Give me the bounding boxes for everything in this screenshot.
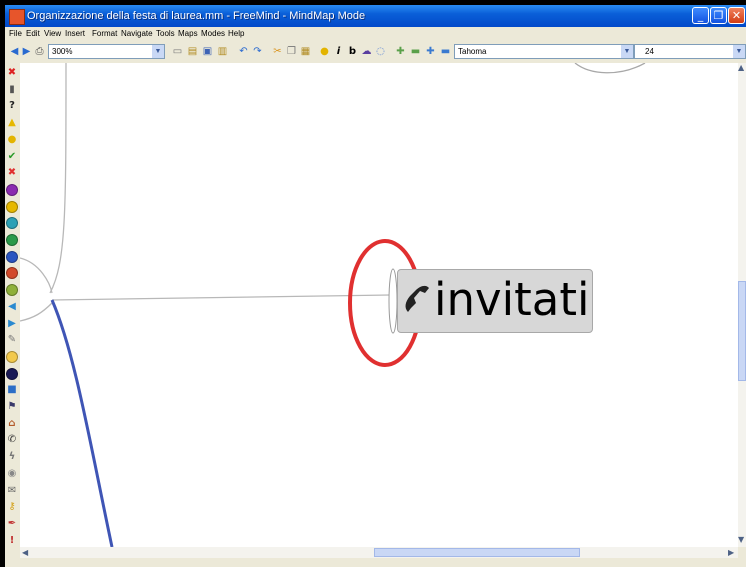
question-icon[interactable]: ?	[6, 100, 18, 112]
lightning-icon[interactable]: ϟ	[6, 451, 18, 463]
folder-icon[interactable]: ■	[6, 384, 18, 396]
new-map-icon[interactable]: ▭	[171, 45, 184, 58]
scroll-up-icon[interactable]: ▲	[738, 63, 744, 72]
undo-icon[interactable]: ↶	[237, 45, 250, 58]
menu-modes[interactable]: Modes	[201, 27, 225, 41]
warning-icon[interactable]: ▲	[6, 117, 18, 129]
exclamation-icon[interactable]: !	[6, 535, 18, 547]
scroll-right-icon[interactable]: ▶	[728, 548, 734, 557]
lightbulb-icon[interactable]: ●	[318, 45, 331, 58]
mail-icon[interactable]: ✉	[6, 485, 18, 497]
trash-icon[interactable]: ▮	[6, 84, 18, 96]
font-family-select[interactable]: Tahoma ▼	[454, 44, 634, 59]
zoom-out-icon[interactable]: ▬	[409, 45, 422, 58]
italic-icon[interactable]: i	[332, 45, 345, 58]
menu-tools[interactable]: Tools	[156, 27, 175, 41]
edges-layer	[20, 63, 646, 547]
open-icon[interactable]: ▤	[186, 45, 199, 58]
print-icon[interactable]: ⎙	[33, 45, 46, 58]
toolbar: ◀ ▶ ⎙ 300% ▼ ▭ ▤ ▣ ▥ ↶ ↷ ✂ ❐ ▦ ● i b ☁ ◌…	[5, 41, 746, 64]
speech-icon[interactable]: ◌	[374, 45, 387, 58]
edge-to-invitati	[51, 294, 391, 301]
menu-format[interactable]: Format	[92, 27, 117, 41]
font-size-value: 24	[645, 47, 654, 56]
scroll-left-icon[interactable]: ◀	[22, 548, 28, 557]
title-bar: Organizzazione della festa di laurea.mm …	[5, 5, 746, 27]
paste-icon[interactable]: ▦	[299, 45, 312, 58]
icon-palette: ✖ ▮? ▲ ● ✔ ✖ ◀ ▶ ✎ ■ ⚑ ⌂ ✆ ϟ ◉ ✉ ⚷ ✒!	[5, 63, 20, 567]
edge-gray-top	[49, 63, 67, 294]
priority-3-icon[interactable]	[6, 217, 18, 230]
horizontal-scroll-thumb[interactable]	[374, 548, 580, 557]
window-title: Organizzazione della festa di laurea.mm …	[27, 10, 366, 22]
menu-insert[interactable]: Insert	[65, 27, 85, 41]
pencil-icon[interactable]: ✎	[6, 334, 18, 346]
edge-top-right	[574, 63, 646, 74]
home-icon[interactable]: ⌂	[6, 418, 18, 430]
node-invitati[interactable]: invitati	[397, 269, 593, 333]
priority-4-icon[interactable]	[6, 234, 18, 246]
close-button[interactable]: ✕	[728, 7, 745, 24]
font-size-select[interactable]: 24 ▼	[634, 44, 746, 59]
forward-nav-icon[interactable]: ▶	[20, 45, 33, 58]
cloud-icon[interactable]: ☁	[360, 45, 373, 58]
zoom-value: 300%	[52, 47, 73, 56]
zoom-select[interactable]: 300% ▼	[48, 44, 165, 59]
smiley-icon[interactable]	[6, 350, 18, 363]
mindmap-canvas[interactable]: invitati	[20, 63, 738, 547]
save-icon[interactable]: ▣	[201, 45, 214, 58]
redo-icon[interactable]: ↷	[251, 45, 264, 58]
phone-icon	[405, 285, 429, 312]
cancel-icon[interactable]: ✖	[6, 167, 18, 179]
scroll-down-icon[interactable]: ▼	[738, 535, 744, 544]
priority-5-icon[interactable]	[6, 250, 18, 263]
menu-maps[interactable]: Maps	[178, 27, 198, 41]
chevron-down-icon: ▼	[621, 45, 633, 58]
menu-file[interactable]: File	[9, 27, 22, 41]
node-label: invitati	[434, 273, 590, 326]
bomb-icon[interactable]	[6, 367, 18, 380]
horizontal-scrollbar[interactable]: ◀ ▶	[20, 547, 738, 558]
menu-help[interactable]: Help	[228, 27, 244, 41]
priority-1-icon[interactable]	[6, 183, 18, 196]
app-window: Organizzazione della festa di laurea.mm …	[5, 5, 746, 567]
flag-icon[interactable]: ⚑	[6, 401, 18, 413]
priority-6-icon[interactable]	[6, 267, 18, 280]
maximize-button[interactable]: ❐	[710, 7, 727, 24]
edge-root-curve-lower	[20, 302, 53, 322]
ok-icon[interactable]: ✔	[6, 151, 18, 163]
menu-view[interactable]: View	[44, 27, 61, 41]
pen-icon[interactable]: ✒	[6, 518, 18, 530]
app-icon	[9, 9, 25, 25]
fold-handle[interactable]	[388, 268, 398, 334]
menu-bar: File Edit View Insert Format Navigate To…	[5, 27, 746, 41]
bold-icon[interactable]: b	[346, 45, 359, 58]
edge-blue	[50, 299, 114, 547]
menu-edit[interactable]: Edit	[26, 27, 40, 41]
remove-line-icon[interactable]: ▬	[439, 45, 452, 58]
priority-7-icon[interactable]	[6, 284, 18, 297]
add-icon[interactable]: ✚	[424, 45, 437, 58]
font-family-value: Tahoma	[458, 47, 487, 56]
vertical-scroll-thumb[interactable]	[738, 281, 746, 381]
copy-icon[interactable]: ❐	[285, 45, 298, 58]
vertical-scrollbar[interactable]: ▲ ▼	[738, 63, 746, 547]
phone-icon[interactable]: ✆	[6, 434, 18, 446]
chevron-down-icon: ▼	[152, 45, 164, 58]
eye-icon[interactable]: ◉	[6, 468, 18, 480]
minimize-button[interactable]: _	[692, 7, 709, 24]
close-map-icon[interactable]: ▥	[216, 45, 229, 58]
back-icon[interactable]: ◀	[6, 301, 18, 313]
cut-icon[interactable]: ✂	[271, 45, 284, 58]
edge-root-curve	[20, 257, 53, 294]
idea-icon[interactable]: ●	[6, 134, 18, 146]
zoom-in-icon[interactable]: ✚	[394, 45, 407, 58]
forward-icon[interactable]: ▶	[6, 318, 18, 330]
priority-2-icon[interactable]	[6, 200, 18, 213]
menu-navigate[interactable]: Navigate	[121, 27, 153, 41]
chevron-down-icon: ▼	[733, 45, 745, 58]
key-icon[interactable]: ⚷	[6, 501, 18, 513]
remove-icon[interactable]: ✖	[6, 67, 18, 79]
